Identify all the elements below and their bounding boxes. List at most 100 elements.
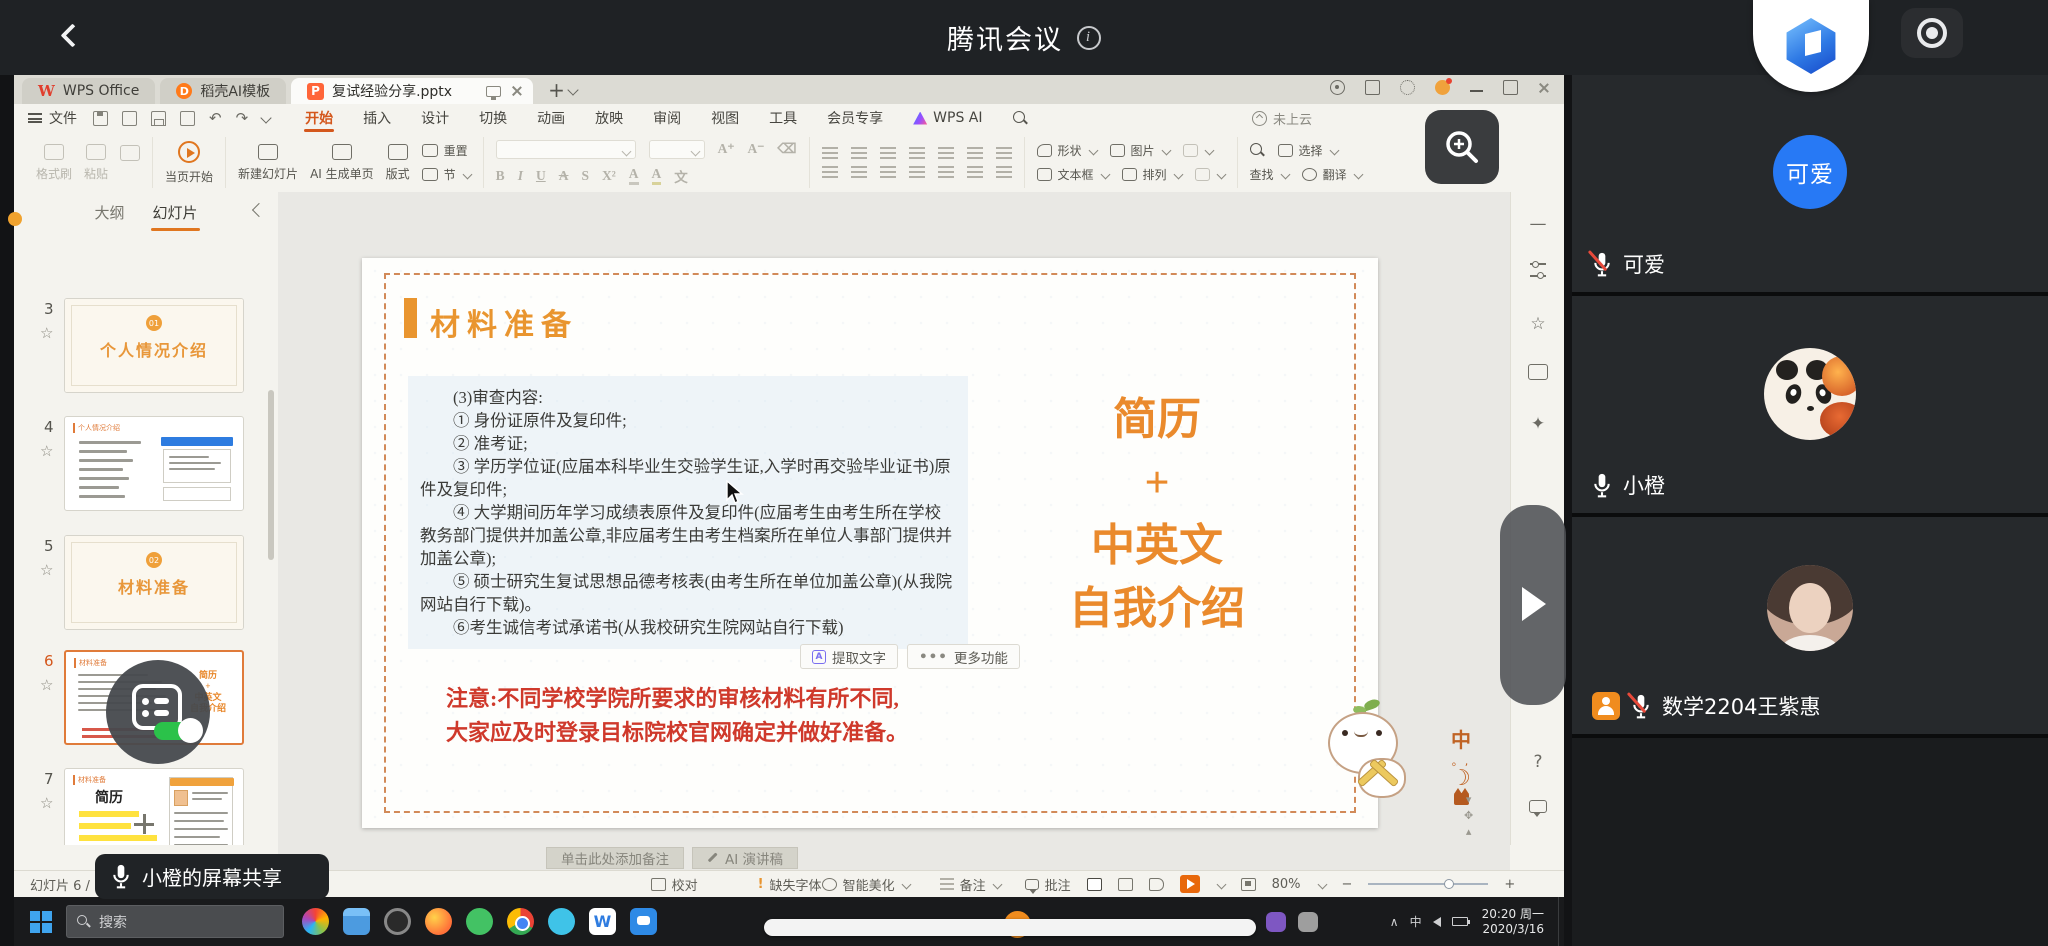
taskbar-clock[interactable]: 20:20 周一 2020/3/16 bbox=[1482, 907, 1544, 937]
cooperation-icon[interactable] bbox=[1330, 80, 1345, 95]
missing-font-warning[interactable]: !缺失字体 bbox=[758, 875, 822, 894]
comments-button[interactable]: 批注 bbox=[1025, 875, 1071, 894]
menu-view[interactable]: 视图 bbox=[696, 104, 754, 132]
font-size-select[interactable] bbox=[649, 140, 705, 159]
fit-window-icon[interactable] bbox=[1241, 878, 1256, 891]
convert-smartart-icon[interactable] bbox=[996, 147, 1012, 159]
media-button[interactable] bbox=[1195, 168, 1225, 181]
zoom-chevron-icon[interactable] bbox=[1317, 879, 1327, 889]
shadow-button[interactable]: S bbox=[581, 168, 589, 184]
paste-button[interactable]: 粘贴 bbox=[84, 144, 108, 182]
zoom-level[interactable]: 80% bbox=[1272, 877, 1301, 892]
increase-indent-icon[interactable] bbox=[909, 147, 925, 159]
menu-animation[interactable]: 动画 bbox=[522, 104, 580, 132]
star-icon[interactable]: ☆ bbox=[40, 561, 53, 579]
align-right-icon[interactable] bbox=[880, 166, 896, 178]
line-spacing-icon[interactable] bbox=[967, 166, 983, 178]
clear-format-icon[interactable]: ⌫ bbox=[777, 141, 796, 157]
taskbar-search-input[interactable]: 搜索 bbox=[66, 905, 284, 938]
ai-speech-button[interactable]: AI 演讲稿 bbox=[692, 847, 798, 869]
participant-tile-1[interactable]: 可爱 可爱 bbox=[1572, 75, 2048, 292]
present-mode-icon[interactable] bbox=[486, 86, 501, 97]
decrease-indent-icon[interactable] bbox=[880, 147, 896, 159]
menu-slideshow[interactable]: 放映 bbox=[580, 104, 638, 132]
menu-wps-ai[interactable]: WPS AI bbox=[898, 104, 997, 132]
shapes-button[interactable]: 形状 bbox=[1037, 142, 1097, 159]
reading-view-icon[interactable] bbox=[1149, 878, 1164, 891]
tab-list-chevron-icon[interactable] bbox=[567, 84, 578, 95]
account-avatar[interactable] bbox=[1435, 80, 1450, 95]
justify-icon[interactable] bbox=[909, 166, 925, 178]
collapse-panel-icon[interactable] bbox=[252, 203, 266, 217]
collapse-toolbar-icon[interactable]: — bbox=[1511, 214, 1565, 234]
ai-generate-page-button[interactable]: AI 生成单页 bbox=[310, 144, 374, 182]
redo-icon[interactable]: ↷ bbox=[236, 109, 249, 127]
save-icon[interactable] bbox=[93, 111, 108, 126]
star-icon[interactable]: ☆ bbox=[40, 324, 53, 342]
back-icon[interactable] bbox=[58, 22, 88, 52]
menu-member[interactable]: 会员专享 bbox=[812, 104, 898, 132]
app-icon-chrome[interactable] bbox=[507, 908, 534, 935]
horizontal-scrollbar-pill[interactable] bbox=[764, 919, 1256, 936]
font-family-select[interactable] bbox=[496, 140, 636, 159]
info-icon[interactable]: i bbox=[1077, 26, 1101, 50]
slideshow-play-button[interactable] bbox=[1180, 875, 1200, 893]
tray-app-icon-2[interactable] bbox=[1298, 912, 1318, 932]
slide-note-text[interactable]: 注意:不同学校学院所要求的审核材料有所不同, 大家应及时登录目标院校官网确定并做… bbox=[446, 682, 908, 750]
app-icon-messenger[interactable] bbox=[630, 908, 657, 935]
cloud-status[interactable]: 未上云 bbox=[1252, 109, 1312, 128]
meeting-floating-widget[interactable] bbox=[106, 660, 210, 764]
menu-insert[interactable]: 插入 bbox=[348, 104, 406, 132]
menu-transition[interactable]: 切换 bbox=[464, 104, 522, 132]
app-icon-paint[interactable] bbox=[302, 908, 329, 935]
volume-icon[interactable] bbox=[1433, 917, 1441, 927]
slide-title[interactable]: 材料准备 bbox=[430, 300, 578, 344]
new-tab-button[interactable]: + bbox=[548, 78, 565, 102]
bullets-icon[interactable] bbox=[822, 147, 838, 159]
chart-button[interactable] bbox=[1183, 144, 1213, 157]
star-icon[interactable]: ☆ bbox=[40, 794, 53, 812]
highlight-button[interactable]: A bbox=[652, 166, 662, 185]
textbox-button[interactable]: 文本框 bbox=[1037, 166, 1109, 183]
help-icon[interactable]: ? bbox=[1511, 752, 1565, 772]
tab-slides[interactable]: 幻灯片 bbox=[153, 202, 198, 223]
comment-bubble-icon[interactable] bbox=[1511, 798, 1565, 818]
play-from-current-button[interactable]: 当页开始 bbox=[165, 141, 213, 185]
section-button[interactable]: 节 bbox=[422, 166, 471, 183]
proofread-button[interactable]: 校对 bbox=[651, 875, 698, 894]
close-window-icon[interactable] bbox=[1538, 82, 1550, 94]
editing-canvas[interactable]: 材料准备 (3)审查内容: ① 身份证原件及复印件; ② 准考证; ③ 学历学位… bbox=[278, 192, 1510, 845]
interface-layout-icon[interactable] bbox=[1365, 80, 1380, 95]
pinyin-button[interactable]: 文 bbox=[674, 166, 688, 186]
more-functions-button[interactable]: •••更多功能 bbox=[907, 644, 1020, 669]
tab-outline[interactable]: 大纲 bbox=[94, 202, 124, 223]
tray-expand-chevron-icon[interactable]: ∧ bbox=[1390, 915, 1399, 929]
font-color-button[interactable]: A bbox=[629, 166, 639, 185]
italic-button[interactable]: I bbox=[518, 168, 523, 184]
menu-tools[interactable]: 工具 bbox=[754, 104, 812, 132]
start-button[interactable] bbox=[30, 911, 52, 933]
underline-button[interactable]: U bbox=[536, 168, 546, 184]
align-text-icon[interactable] bbox=[996, 166, 1012, 178]
menu-design[interactable]: 设计 bbox=[406, 104, 464, 132]
slide-thumbnail-5[interactable]: 02 材料准备 bbox=[64, 535, 244, 630]
record-button[interactable] bbox=[1901, 8, 1963, 58]
print-icon[interactable] bbox=[151, 111, 166, 126]
app-icon-explorer[interactable] bbox=[343, 908, 370, 935]
star-icon[interactable]: ☆ bbox=[40, 442, 53, 460]
translate-button[interactable]: 翻译 bbox=[1302, 166, 1362, 183]
participant-tile-3[interactable]: 数学2204王紫惠 bbox=[1572, 517, 2048, 734]
undo-icon[interactable]: ↶ bbox=[209, 109, 222, 127]
picture-button[interactable]: 图片 bbox=[1110, 142, 1170, 159]
close-tab-icon[interactable] bbox=[511, 85, 523, 97]
file-menu[interactable]: 文件 bbox=[28, 108, 77, 128]
increase-font-button[interactable]: A⁺ bbox=[718, 141, 735, 157]
align-left-icon[interactable] bbox=[822, 166, 838, 178]
zoom-out-button[interactable]: − bbox=[1342, 877, 1353, 892]
new-slide-button[interactable]: 新建幻灯片 bbox=[238, 144, 298, 182]
star-icon[interactable]: ☆ bbox=[40, 676, 53, 694]
ribbon-search-icon[interactable] bbox=[1013, 111, 1028, 126]
arrange-button[interactable]: 排列 bbox=[1122, 166, 1182, 183]
magic-wand-icon[interactable]: ✦ bbox=[1511, 414, 1565, 434]
show-desktop-button[interactable] bbox=[1558, 897, 1564, 946]
